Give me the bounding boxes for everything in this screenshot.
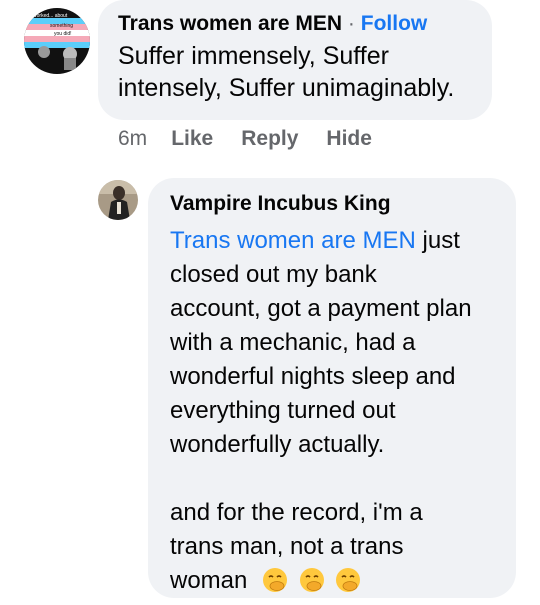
comment-text-line: intensely, Suffer unimaginably. — [118, 74, 455, 102]
comment-text-line: account, got a payment plan — [170, 295, 472, 322]
comment-text-fragment: woman — [170, 567, 248, 594]
avatar[interactable] — [98, 180, 138, 220]
comment-header: Trans women are MEN · Follow — [118, 12, 492, 36]
comment-text-line: closed out my bank — [170, 261, 377, 288]
mention-link[interactable]: Trans women are MEN — [170, 227, 416, 254]
separator-dot: · — [347, 12, 355, 35]
face-with-hand-over-mouth-icon — [262, 567, 288, 593]
face-with-hand-over-mouth-icon — [299, 567, 325, 593]
comment-text-line: everything turned out — [170, 397, 396, 424]
comment-text: Trans women are MEN just closed out my b… — [170, 224, 516, 598]
comment-text-line: trans man, not a trans — [170, 533, 404, 560]
comment-text-line: wonderful nights sleep and — [170, 363, 456, 390]
avatar-caption-line2: something — [50, 23, 73, 29]
comment-text-fragment: just — [415, 227, 460, 254]
comment-text-line: with a mechanic, had a — [170, 329, 416, 356]
like-button[interactable]: Like — [171, 127, 213, 151]
comment-text: Suffer immensely, Suffer intensely, Suff… — [118, 40, 492, 104]
comment-text-line: wonderfully actually. — [170, 431, 385, 458]
follow-button[interactable]: Follow — [361, 12, 428, 35]
comment-bubble: Trans women are MEN · Follow Suffer imme… — [98, 0, 492, 120]
comment-text-line: woman — [170, 564, 516, 598]
avatar-caption-line1: Worked... about — [32, 13, 68, 19]
reply-button[interactable]: Reply — [241, 127, 298, 151]
hide-button[interactable]: Hide — [326, 127, 372, 151]
comment-author[interactable]: Vampire Incubus King — [170, 192, 516, 216]
comment-text-line: Suffer immensely, Suffer — [118, 42, 389, 70]
comment-text-line: Trans women are MEN just — [170, 224, 516, 258]
comment-author[interactable]: Trans women are MEN — [118, 12, 342, 35]
avatar[interactable]: Worked... about something you did! — [24, 8, 90, 74]
comment-text-line: and for the record, i'm a — [170, 499, 423, 526]
avatar-caption-line3: you did! — [54, 31, 72, 37]
face-with-hand-over-mouth-icon — [335, 567, 361, 593]
comment-timestamp[interactable]: 6m — [118, 127, 147, 151]
comment-actions: 6m Like Reply Hide — [118, 127, 400, 151]
comment-bubble: Vampire Incubus King Trans women are MEN… — [148, 178, 516, 598]
